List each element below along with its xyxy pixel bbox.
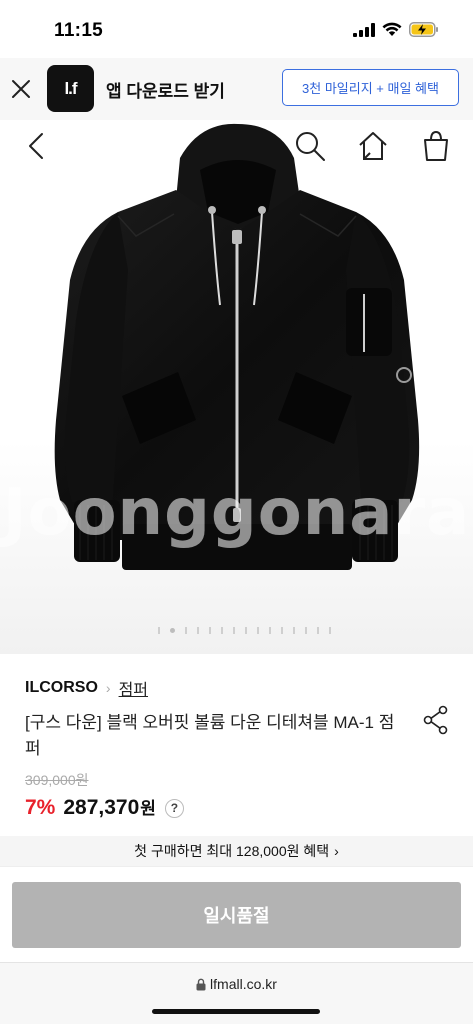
price-row: 7% 287,370 원 ? <box>25 794 184 820</box>
lock-icon <box>196 978 206 991</box>
purchase-bar: 일시품절 <box>0 866 473 962</box>
status-bar: 11:15 <box>0 0 473 58</box>
carousel-dot[interactable] <box>305 627 307 634</box>
shopping-bag-icon[interactable] <box>418 128 454 164</box>
product-image-carousel[interactable]: Joonggonara <box>0 120 473 654</box>
app-logo-text: l.f <box>64 78 77 98</box>
share-icon[interactable] <box>422 705 450 735</box>
chevron-right-icon: › <box>105 680 111 696</box>
category-link[interactable]: 점퍼 <box>119 676 148 700</box>
original-price: 309,000원 <box>25 772 89 788</box>
carousel-dot[interactable] <box>221 627 223 634</box>
signal-icon <box>353 22 375 37</box>
carousel-dot[interactable] <box>197 627 199 634</box>
app-logo: l.f <box>47 65 94 112</box>
chevron-right-icon: › <box>334 843 339 859</box>
carousel-dot-active[interactable] <box>170 628 175 633</box>
carousel-dot[interactable] <box>185 627 187 634</box>
carousel-dot[interactable] <box>233 627 235 634</box>
carousel-dot[interactable] <box>209 627 211 634</box>
url-display[interactable]: lfmall.co.kr <box>0 976 473 992</box>
status-icons <box>353 22 439 37</box>
battery-charging-icon <box>409 22 438 37</box>
first-purchase-benefit-banner[interactable]: 첫 구매하면 최대 128,000원 혜택 › <box>0 836 473 866</box>
brand-link[interactable]: ILCORSO <box>25 679 98 697</box>
carousel-dot[interactable] <box>329 627 331 634</box>
benefit-text: 첫 구매하면 최대 128,000원 혜택 <box>134 843 330 859</box>
carousel-dot[interactable] <box>281 627 283 634</box>
banner-title[interactable]: 앱 다운로드 받기 <box>106 77 225 102</box>
home-icon[interactable] <box>355 128 391 164</box>
app-benefit-button[interactable]: 3천 마일리지 + 매일 혜택 <box>282 69 459 106</box>
carousel-dot[interactable] <box>245 627 247 634</box>
home-indicator <box>152 1009 320 1014</box>
app-download-banner: l.f 앱 다운로드 받기 3천 마일리지 + 매일 혜택 <box>0 58 473 120</box>
product-photo-jacket <box>54 123 420 570</box>
search-icon[interactable] <box>292 128 328 164</box>
currency-unit: 원 <box>140 799 156 818</box>
status-time: 11:15 <box>54 20 104 41</box>
discount-rate: 7% <box>25 796 56 819</box>
close-icon[interactable] <box>10 78 32 100</box>
browser-url-bar: lfmall.co.kr <box>0 962 473 1024</box>
carousel-indicator[interactable] <box>158 627 331 634</box>
carousel-dot[interactable] <box>317 627 319 634</box>
product-name: [구스 다운] 블랙 오버핏 볼륨 다운 디테쳐블 MA-1 점퍼 <box>25 713 395 758</box>
watermark: Joonggonara <box>2 476 471 550</box>
wifi-icon <box>382 22 402 36</box>
carousel-dot[interactable] <box>293 627 295 634</box>
price-help-button[interactable]: ? <box>164 798 184 818</box>
breadcrumb: ILCORSO › 점퍼 <box>25 676 148 700</box>
product-top-nav <box>0 120 473 172</box>
carousel-dot[interactable] <box>269 627 271 634</box>
back-icon[interactable] <box>18 128 54 164</box>
soldout-button[interactable]: 일시품절 <box>12 882 461 948</box>
url-text: lfmall.co.kr <box>210 976 277 992</box>
carousel-dot[interactable] <box>257 627 259 634</box>
sale-price: 287,370 <box>63 796 140 819</box>
carousel-dot[interactable] <box>158 627 160 634</box>
